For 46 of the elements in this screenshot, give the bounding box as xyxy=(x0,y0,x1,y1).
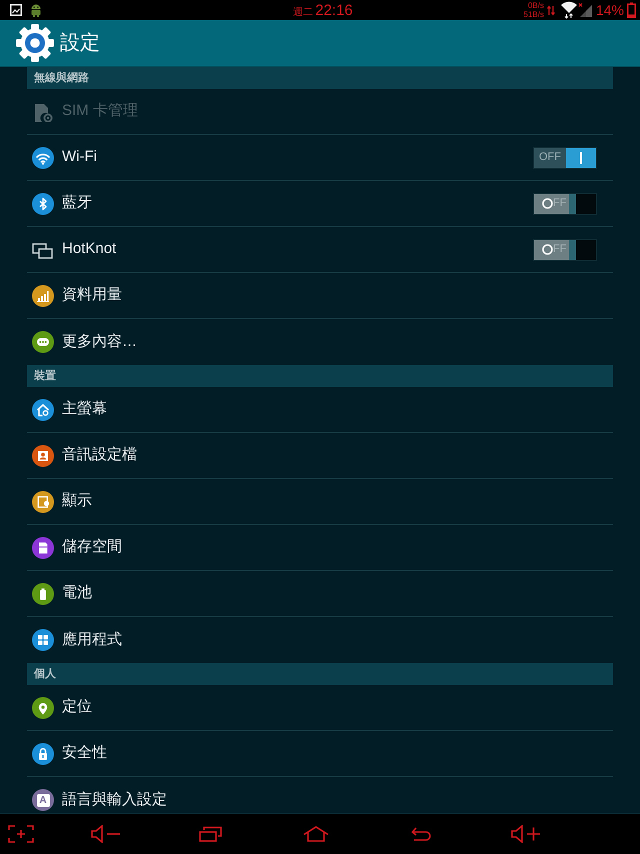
robot-icon xyxy=(30,3,42,17)
battery-percent: 14% xyxy=(596,3,624,17)
settings-item[interactable]: 安全性 xyxy=(27,731,613,777)
settings-item[interactable]: 主螢幕 xyxy=(27,387,613,433)
section-header: 裝置 xyxy=(27,365,613,387)
image-icon xyxy=(10,4,22,16)
clock-time: 22:16 xyxy=(315,2,353,18)
section-header: 個人 xyxy=(27,663,613,685)
section-header: 無線與網路 xyxy=(27,67,613,89)
toggle-knob-icon xyxy=(542,198,553,209)
volume-down-icon xyxy=(91,825,121,843)
battery-icon xyxy=(627,2,636,18)
settings-item[interactable]: 定位 xyxy=(27,685,613,731)
home-icon xyxy=(303,826,329,842)
cell-signal-icon xyxy=(578,2,593,18)
volume-up-icon xyxy=(511,825,541,843)
toggle-knob-icon xyxy=(542,244,553,255)
volume-up-button[interactable] xyxy=(511,825,541,843)
recent-apps-button[interactable] xyxy=(199,826,223,842)
settings-item[interactable]: 音訊設定檔 xyxy=(27,433,613,479)
transfer-arrows-icon xyxy=(546,4,555,16)
volume-down-button[interactable] xyxy=(91,825,121,843)
back-button[interactable] xyxy=(411,827,431,841)
weekday-label: 週二 xyxy=(293,8,314,18)
settings-icon xyxy=(15,23,55,63)
recent-apps-icon xyxy=(199,826,223,842)
settings-item[interactable]: 顯示 xyxy=(27,479,613,525)
settings-item[interactable]: 電池 xyxy=(27,571,613,617)
settings-item[interactable]: 資料用量 xyxy=(27,273,613,319)
upload-speed: 51B/s xyxy=(524,10,544,19)
toggle-switch[interactable]: OFF xyxy=(533,146,597,168)
letter-tile-icon: A xyxy=(32,789,54,811)
wifi-signal-icon xyxy=(560,1,578,19)
sim-card-icon xyxy=(32,102,54,122)
download-speed: 0B/s xyxy=(528,1,544,10)
home-button[interactable] xyxy=(303,826,329,842)
frame-plus-icon xyxy=(8,825,34,843)
settings-item[interactable]: Wi-Fi OFF xyxy=(27,135,613,181)
screenshot-button[interactable] xyxy=(8,825,34,843)
toggle-thumb xyxy=(566,148,596,168)
settings-item[interactable]: 更多內容… xyxy=(27,319,613,365)
settings-item[interactable]: A 語言與輸入設定 xyxy=(27,777,613,813)
back-icon xyxy=(411,827,431,841)
settings-item[interactable]: 應用程式 xyxy=(27,617,613,663)
screen-title: 設定 xyxy=(60,31,100,55)
settings-item[interactable]: 儲存空間 xyxy=(27,525,613,571)
